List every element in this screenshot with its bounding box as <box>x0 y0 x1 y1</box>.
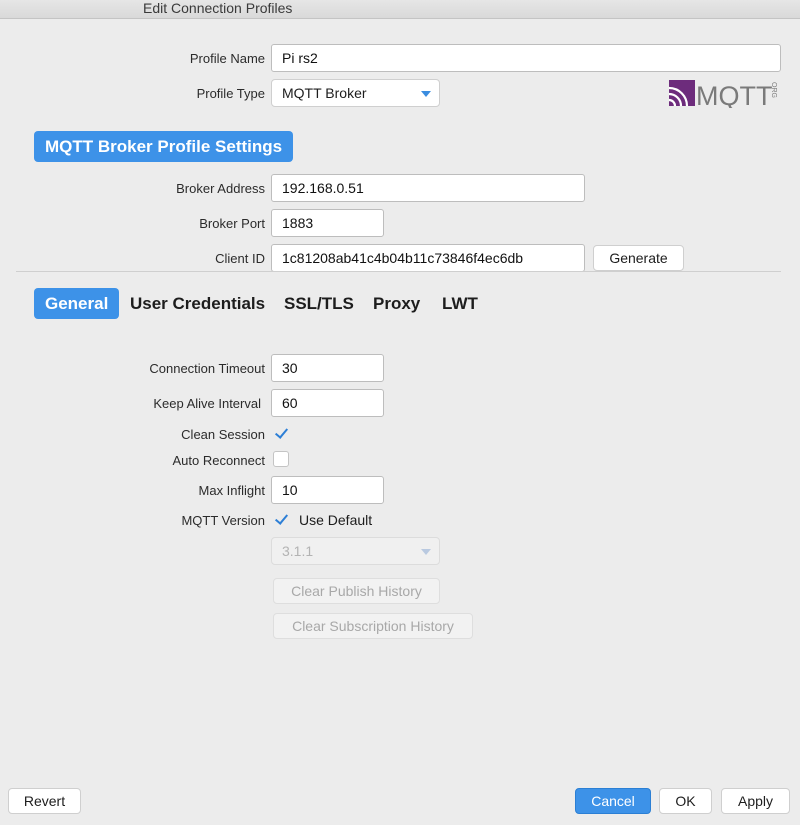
tab-proxy[interactable]: Proxy <box>362 288 431 319</box>
connection-timeout-label: Connection Timeout <box>149 361 265 376</box>
client-id-label: Client ID <box>215 251 265 266</box>
profile-type-label: Profile Type <box>196 86 265 101</box>
chevron-down-icon <box>421 549 431 555</box>
profile-type-select[interactable]: MQTT Broker <box>271 79 440 107</box>
window-title: Edit Connection Profiles <box>143 0 293 16</box>
max-inflight-label: Max Inflight <box>198 483 265 498</box>
ok-button[interactable]: OK <box>659 788 712 814</box>
clear-publish-history-button[interactable]: Clear Publish History <box>273 578 440 604</box>
clean-session-label: Clean Session <box>181 427 265 442</box>
broker-address-input[interactable]: 192.168.0.51 <box>271 174 585 202</box>
connection-timeout-input[interactable]: 30 <box>271 354 384 382</box>
tab-general[interactable]: General <box>34 288 120 319</box>
clear-subscription-history-button[interactable]: Clear Subscription History <box>273 613 473 639</box>
broker-profile-settings-header: MQTT Broker Profile Settings <box>34 131 294 162</box>
broker-port-input[interactable]: 1883 <box>271 209 384 237</box>
use-default-label: Use Default <box>299 512 373 528</box>
profile-name-input[interactable]: Pi rs2 <box>271 44 781 72</box>
mqtt-logo-icon <box>669 80 695 107</box>
mqtt-logo: MQTT ORG <box>669 80 777 108</box>
tab-lwt[interactable]: LWT <box>431 288 489 319</box>
keep-alive-interval-input[interactable]: 60 <box>271 389 384 417</box>
mqtt-version-select: 3.1.1 <box>271 537 440 565</box>
tab-user-credentials[interactable]: User Credentials <box>119 288 276 319</box>
mqtt-version-label: MQTT Version <box>181 513 265 528</box>
broker-port-label: Broker Port <box>199 216 265 231</box>
cancel-button[interactable]: Cancel <box>575 788 651 814</box>
apply-button[interactable]: Apply <box>721 788 790 814</box>
use-default-checkbox[interactable] <box>273 511 289 527</box>
generate-button[interactable]: Generate <box>593 245 684 271</box>
max-inflight-input[interactable]: 10 <box>271 476 384 504</box>
mqtt-version-value: 3.1.1 <box>282 543 314 559</box>
broker-address-label: Broker Address <box>176 181 265 196</box>
auto-reconnect-label: Auto Reconnect <box>172 453 265 468</box>
mqtt-logo-sub: ORG <box>770 82 777 98</box>
window-titlebar: Edit Connection Profiles <box>0 0 800 19</box>
mqtt-logo-text: MQTT <box>696 81 772 108</box>
revert-button[interactable]: Revert <box>8 788 81 814</box>
auto-reconnect-checkbox[interactable] <box>273 451 289 467</box>
divider <box>16 271 781 272</box>
checkmark-icon <box>274 511 289 525</box>
chevron-down-icon <box>421 91 431 97</box>
client-id-input[interactable]: 1c81208ab41c4b04b11c73846f4ec6db <box>271 244 585 272</box>
checkmark-icon <box>274 425 289 439</box>
tab-ssl-tls[interactable]: SSL/TLS <box>273 288 365 319</box>
profile-type-value: MQTT Broker <box>282 85 367 101</box>
clean-session-checkbox[interactable] <box>273 425 289 441</box>
profile-name-label: Profile Name <box>189 51 265 66</box>
keep-alive-interval-label: Keep Alive Interval <box>153 396 261 411</box>
